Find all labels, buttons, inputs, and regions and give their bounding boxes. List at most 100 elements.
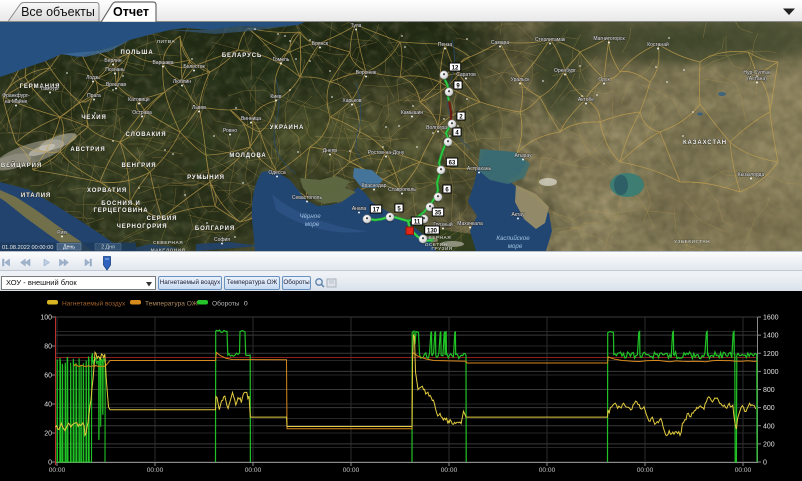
svg-text:Берлин: Берлин	[104, 58, 121, 64]
svg-text:17: 17	[373, 207, 380, 213]
svg-text:София: София	[214, 237, 230, 243]
svg-text:Гамбург: Гамбург	[41, 86, 60, 92]
svg-text:400: 400	[763, 423, 775, 430]
svg-text:ИТАЛИЯ: ИТАЛИЯ	[21, 193, 51, 199]
svg-text:Актобе: Актобе	[578, 97, 594, 103]
svg-text:Острава: Острава	[132, 110, 152, 116]
svg-text:ОСЕТИЯ: ОСЕТИЯ	[425, 242, 448, 248]
svg-text:ЛИТВА: ЛИТВА	[157, 39, 176, 45]
svg-text:Киев: Киев	[270, 94, 281, 100]
svg-text:Севастополь: Севастополь	[292, 195, 323, 201]
svg-text:УКРАИНА: УКРАИНА	[270, 125, 304, 131]
svg-text:12: 12	[452, 65, 459, 71]
svg-text:130: 130	[427, 228, 438, 234]
svg-text:Брянск: Брянск	[312, 41, 329, 47]
svg-text:РУМЫНИЯ: РУМЫНИЯ	[187, 175, 225, 181]
svg-text:АВСТРИЯ: АВСТРИЯ	[70, 147, 105, 153]
svg-text:Познань: Познань	[105, 67, 125, 73]
svg-text:Львов: Львов	[192, 105, 206, 111]
svg-text:Костанай: Костанай	[647, 41, 669, 48]
svg-text:СЛОВАКИЯ: СЛОВАКИЯ	[126, 132, 167, 138]
svg-text:Отчет: Отчет	[113, 5, 149, 19]
svg-text:63: 63	[449, 160, 456, 166]
svg-text:00:00: 00:00	[637, 467, 654, 474]
svg-text:1600: 1600	[763, 315, 779, 322]
svg-text:Чёрное: Чёрное	[299, 213, 321, 220]
svg-text:УЗБЕКИСТАН: УЗБЕКИСТАН	[674, 239, 710, 245]
svg-text:1400: 1400	[763, 333, 779, 340]
svg-text:Ровно: Ровно	[223, 128, 237, 134]
svg-text:Катовице: Катовице	[128, 97, 150, 103]
svg-text:Вроцлав: Вроцлав	[106, 82, 126, 88]
svg-text:00:00: 00:00	[49, 467, 66, 474]
svg-text:Актау: Актау	[511, 212, 525, 218]
svg-text:Самара: Самара	[491, 40, 509, 46]
svg-text:Гомель: Гомель	[273, 57, 290, 63]
svg-text:Анапа: Анапа	[352, 206, 367, 212]
svg-text:Каспийское: Каспийское	[496, 235, 530, 242]
svg-text:800: 800	[763, 387, 775, 394]
svg-text:Махачкала: Махачкала	[457, 221, 483, 227]
svg-text:80: 80	[44, 344, 52, 351]
svg-text:00:00: 00:00	[441, 467, 458, 474]
svg-text:Магнитогорск: Магнитогорск	[593, 36, 625, 42]
svg-text:Краснодар: Краснодар	[362, 183, 387, 189]
svg-text:00:00: 00:00	[539, 467, 556, 474]
svg-text:0: 0	[763, 460, 767, 467]
svg-text:море: море	[305, 221, 320, 228]
svg-text:ЧЕХИЯ: ЧЕХИЯ	[81, 115, 106, 121]
svg-text:1200: 1200	[763, 351, 779, 358]
svg-text:Орск: Орск	[598, 77, 610, 83]
svg-text:ХОРВАТИЯ: ХОРВАТИЯ	[87, 188, 127, 194]
svg-text:600: 600	[763, 405, 775, 412]
svg-text:Ростов-на-Дону: Ростов-на-Дону	[368, 150, 405, 156]
svg-text:00:00: 00:00	[343, 467, 360, 474]
svg-text:Одесса: Одесса	[268, 170, 285, 176]
svg-text:0: 0	[48, 460, 52, 467]
svg-text:МОЛДОВА: МОЛДОВА	[229, 153, 266, 159]
svg-text:Винница: Винница	[241, 116, 261, 122]
svg-text:Стерлитамак: Стерлитамак	[535, 37, 566, 43]
svg-text:Все объекты: Все объекты	[21, 5, 95, 19]
svg-text:Варшава: Варшава	[152, 60, 173, 66]
svg-text:00:00: 00:00	[147, 467, 164, 474]
svg-text:ЧЕРНОГОРИЯ: ЧЕРНОГОРИЯ	[117, 224, 168, 230]
svg-text:(Астана): (Астана)	[747, 76, 767, 82]
svg-text:35: 35	[435, 210, 442, 216]
svg-text:БОЛГАРИЯ: БОЛГАРИЯ	[195, 226, 235, 232]
svg-text:СЕРБИЯ: СЕРБИЯ	[147, 216, 178, 222]
svg-text:ПОЛЬША: ПОЛЬША	[120, 50, 153, 56]
svg-text:море: море	[508, 243, 523, 250]
svg-text:Прага: Прага	[87, 93, 101, 99]
svg-text:СЕВЕРНАЯ: СЕВЕРНАЯ	[153, 240, 183, 246]
svg-text:День: День	[63, 245, 75, 251]
svg-text:Обороты: Обороты	[212, 300, 240, 308]
svg-text:КАЗАХСТАН: КАЗАХСТАН	[683, 140, 727, 146]
svg-text:БЕЛАРУСЬ: БЕЛАРУСЬ	[222, 53, 262, 59]
svg-text:Кызылорда: Кызылорда	[738, 172, 765, 178]
svg-text:Лодзь: Лодзь	[86, 75, 100, 81]
svg-text:Белосток: Белосток	[183, 64, 205, 70]
svg-text:60: 60	[44, 373, 52, 380]
svg-text:Уральск: Уральск	[511, 77, 531, 83]
svg-text:0: 0	[244, 301, 248, 308]
svg-text:Температура ОЖ: Температура ОЖ	[145, 301, 198, 308]
svg-text:ВЕНГРИЯ: ВЕНГРИЯ	[122, 163, 157, 169]
svg-text:Днепр: Днепр	[323, 148, 338, 154]
svg-text:2 Дня: 2 Дня	[101, 245, 115, 251]
svg-text:00:00: 00:00	[245, 467, 262, 474]
svg-text:Астрахань: Астрахань	[467, 166, 492, 172]
svg-text:100: 100	[40, 315, 52, 322]
svg-text:Атырау: Атырау	[514, 153, 532, 159]
svg-text:Камышин: Камышин	[401, 110, 424, 116]
svg-text:Люблин: Люблин	[173, 79, 191, 85]
svg-text:Воронеж: Воронеж	[356, 70, 377, 76]
svg-text:200: 200	[763, 441, 775, 448]
svg-text:Оренбург: Оренбург	[554, 68, 576, 74]
svg-text:Нагнетаемый воздух: Нагнетаемый воздух	[62, 300, 126, 308]
svg-text:11: 11	[414, 219, 421, 225]
svg-text:ГЕРЦЕГОВИНА: ГЕРЦЕГОВИНА	[94, 208, 149, 214]
svg-text:БОСНИЯ И: БОСНИЯ И	[101, 201, 140, 207]
svg-text:Харьков: Харьков	[342, 98, 362, 104]
svg-text:на-Майне: на-Майне	[5, 98, 28, 105]
